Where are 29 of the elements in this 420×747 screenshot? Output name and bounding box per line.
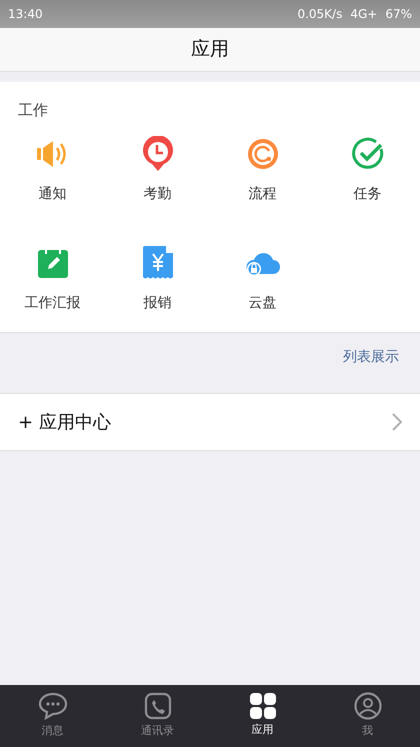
app-tile[interactable]: 考勤 (105, 136, 210, 205)
app-tile[interactable]: 通知 (0, 136, 105, 205)
app-tile[interactable]: 流程 (210, 136, 315, 205)
network-type: 4G+ (350, 6, 378, 23)
user-icon (354, 692, 382, 720)
section-title: 工作 (18, 101, 48, 119)
app-tile[interactable]: 任务 (315, 136, 420, 205)
grid-icon (250, 693, 276, 720)
status-time: 13:40 (8, 6, 43, 23)
phone-icon (144, 692, 172, 720)
app-tile[interactable]: 报销 (105, 245, 210, 314)
page-title: 应用 (191, 37, 229, 62)
chevron-right-icon (392, 413, 402, 431)
notepad-icon (36, 247, 68, 279)
clock-pin-icon (142, 136, 174, 172)
app-tile[interactable]: 工作汇报 (0, 245, 105, 314)
list-view-link[interactable]: 列表展示 (343, 347, 399, 368)
tab[interactable]: 应用 (210, 693, 315, 739)
ring-icon (246, 137, 280, 171)
network-speed: 0.05K/s (297, 6, 342, 23)
tab[interactable]: 我 (315, 692, 420, 740)
receipt-icon (142, 246, 172, 280)
check-circle-icon (350, 137, 384, 171)
app-center-row[interactable]: + 应用中心 (0, 393, 420, 451)
chat-icon (38, 692, 68, 720)
tab[interactable]: 消息 (0, 692, 105, 740)
tab[interactable]: 通讯录 (105, 692, 210, 740)
app-tile[interactable]: 云盘 (210, 245, 315, 314)
battery-level: 67% (385, 6, 412, 23)
